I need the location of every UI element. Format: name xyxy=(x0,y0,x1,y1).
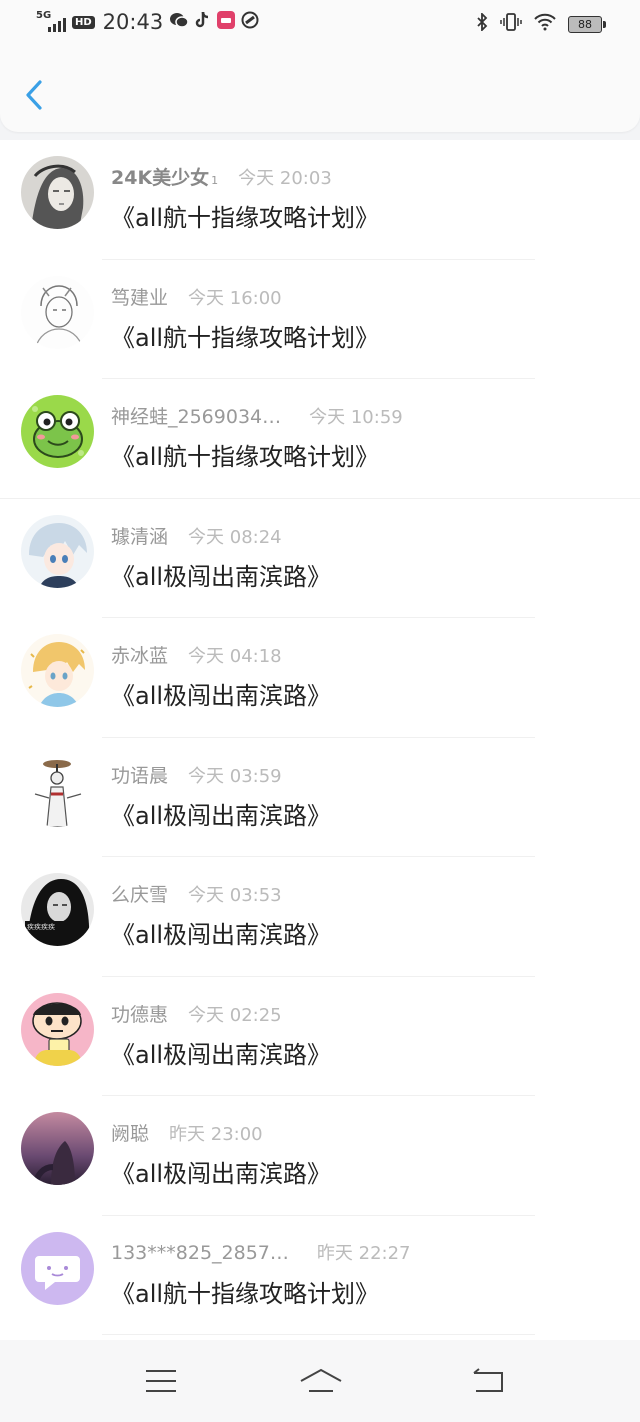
list-item[interactable]: 神经蛙_2569034… 今天 10:59 《all航十指缘攻略计划》 xyxy=(0,379,640,499)
item-meta: 璩清涵 今天 08:24 xyxy=(111,522,282,549)
work-title[interactable]: 《all极闯出南滨路》 xyxy=(111,915,331,950)
timestamp: 昨天 22:27 xyxy=(316,1242,411,1264)
tiktok-icon xyxy=(195,11,211,33)
list-item[interactable]: 24K美少女 1 今天 20:03 《all航十指缘攻略计划》 xyxy=(0,140,640,260)
work-title[interactable]: 《all航十指缘攻略计划》 xyxy=(111,1274,379,1309)
list-item[interactable]: 疾疾疾疾 么庆雪 今天 03:53 《all极闯出南滨路》 xyxy=(0,857,640,977)
battery-icon: 88 xyxy=(568,15,606,33)
avatar[interactable] xyxy=(21,514,94,588)
item-meta: 24K美少女 1 今天 20:03 xyxy=(111,163,332,190)
menu-button[interactable] xyxy=(145,1367,177,1399)
app-icon xyxy=(217,11,236,33)
back-button[interactable] xyxy=(22,78,50,112)
divider xyxy=(102,1334,535,1335)
work-title[interactable]: 《all航十指缘攻略计划》 xyxy=(111,318,379,353)
list-item[interactable]: 赤冰蓝 今天 04:18 《all极闯出南滨路》 xyxy=(0,618,640,738)
avatar[interactable] xyxy=(21,992,94,1066)
username[interactable]: 133***825_2857… xyxy=(111,1242,289,1264)
vibrate-icon xyxy=(500,13,522,35)
username[interactable]: 阙聪 xyxy=(111,1119,149,1146)
chevron-left-icon xyxy=(26,80,42,110)
avatar[interactable] xyxy=(21,1231,94,1305)
system-nav-bar xyxy=(0,1340,640,1422)
list-item[interactable]: 笃建业 今天 16:00 《all航十指缘攻略计划》 xyxy=(0,260,640,379)
bluetooth-icon xyxy=(476,11,488,35)
status-time: 20:43 xyxy=(102,10,164,34)
timestamp: 今天 04:18 xyxy=(188,646,282,667)
item-meta: 阙聪 昨天 23:00 xyxy=(111,1119,263,1146)
top-bar xyxy=(0,50,640,132)
svg-text:疾疾疾疾: 疾疾疾疾 xyxy=(27,922,55,931)
work-title[interactable]: 《all极闯出南滨路》 xyxy=(111,557,331,592)
item-meta: 神经蛙_2569034… 今天 10:59 xyxy=(111,402,403,429)
work-title[interactable]: 《all航十指缘攻略计划》 xyxy=(111,198,379,233)
work-title[interactable]: 《all极闯出南滨路》 xyxy=(111,796,331,831)
timestamp: 今天 10:59 xyxy=(309,407,403,428)
status-right: 88 xyxy=(476,11,606,35)
work-title[interactable]: 《all极闯出南滨路》 xyxy=(111,1154,331,1189)
home-icon xyxy=(300,1368,342,1392)
timestamp: 今天 03:59 xyxy=(188,765,282,787)
avatar[interactable] xyxy=(21,753,94,827)
list-item[interactable]: 阙聪 昨天 23:00 《all极闯出南滨路》 xyxy=(0,1096,640,1216)
avatar[interactable] xyxy=(21,275,94,349)
timestamp: 今天 16:00 xyxy=(188,287,282,309)
avatar[interactable] xyxy=(21,395,94,468)
timestamp: 今天 20:03 xyxy=(238,168,332,189)
link-icon xyxy=(241,11,259,33)
avatar[interactable] xyxy=(21,1112,94,1185)
list-item[interactable]: 133***825_2857… 昨天 22:27 《all航十指缘攻略计划》 xyxy=(0,1216,640,1335)
username[interactable]: 赤冰蓝 xyxy=(111,641,168,668)
username[interactable]: 24K美少女 xyxy=(111,163,209,190)
back-nav-button[interactable] xyxy=(472,1367,504,1399)
username[interactable]: 么庆雪 xyxy=(111,880,168,907)
username[interactable]: 功德惠 xyxy=(111,1000,168,1027)
network-label: 5G xyxy=(36,10,52,21)
hd-badge: HD xyxy=(72,15,95,29)
username[interactable]: 笃建业 xyxy=(111,283,168,310)
home-button[interactable] xyxy=(299,1367,343,1401)
wifi-icon xyxy=(534,13,556,35)
work-title[interactable]: 《all极闯出南滨路》 xyxy=(111,1035,331,1070)
item-meta: 功德惠 今天 02:25 xyxy=(111,1000,282,1027)
list-item[interactable]: 功语晨 今天 03:59 《all极闯出南滨路》 xyxy=(0,738,640,857)
list-item[interactable]: 功德惠 今天 02:25 《all极闯出南滨路》 xyxy=(0,977,640,1096)
item-meta: 笃建业 今天 16:00 xyxy=(111,283,282,310)
item-meta: 赤冰蓝 今天 04:18 xyxy=(111,641,282,668)
status-bar: 5G HD 20:43 88 xyxy=(0,0,640,50)
work-title[interactable]: 《all极闯出南滨路》 xyxy=(111,676,331,711)
avatar[interactable]: 疾疾疾疾 xyxy=(21,873,94,946)
item-meta: 功语晨 今天 03:59 xyxy=(111,761,282,788)
timestamp: 昨天 23:00 xyxy=(169,1124,263,1145)
username[interactable]: 璩清涵 xyxy=(111,522,168,549)
back-arrow-icon xyxy=(473,1368,503,1392)
timestamp: 今天 02:25 xyxy=(188,1004,282,1026)
item-meta: 么庆雪 今天 03:53 xyxy=(111,880,282,907)
status-left: 5G HD 20:43 xyxy=(36,10,259,34)
item-meta: 133***825_2857… 昨天 22:27 xyxy=(111,1239,411,1265)
signal-icon: 5G xyxy=(36,10,66,32)
timestamp: 今天 08:24 xyxy=(188,526,282,548)
avatar[interactable] xyxy=(21,634,94,707)
username[interactable]: 功语晨 xyxy=(111,761,168,788)
wechat-icon xyxy=(169,11,189,33)
work-title[interactable]: 《all航十指缘攻略计划》 xyxy=(111,437,379,472)
battery-level: 88 xyxy=(568,15,602,33)
timestamp: 今天 03:53 xyxy=(188,885,282,906)
username[interactable]: 神经蛙_2569034… xyxy=(111,402,281,429)
avatar[interactable] xyxy=(21,156,94,229)
list-item[interactable]: 璩清涵 今天 08:24 《all极闯出南滨路》 xyxy=(0,499,640,618)
notification-list: 24K美少女 1 今天 20:03 《all航十指缘攻略计划》 笃建业 今天 1… xyxy=(0,140,640,1340)
menu-icon xyxy=(146,1370,176,1392)
user-level: 1 xyxy=(211,174,219,187)
